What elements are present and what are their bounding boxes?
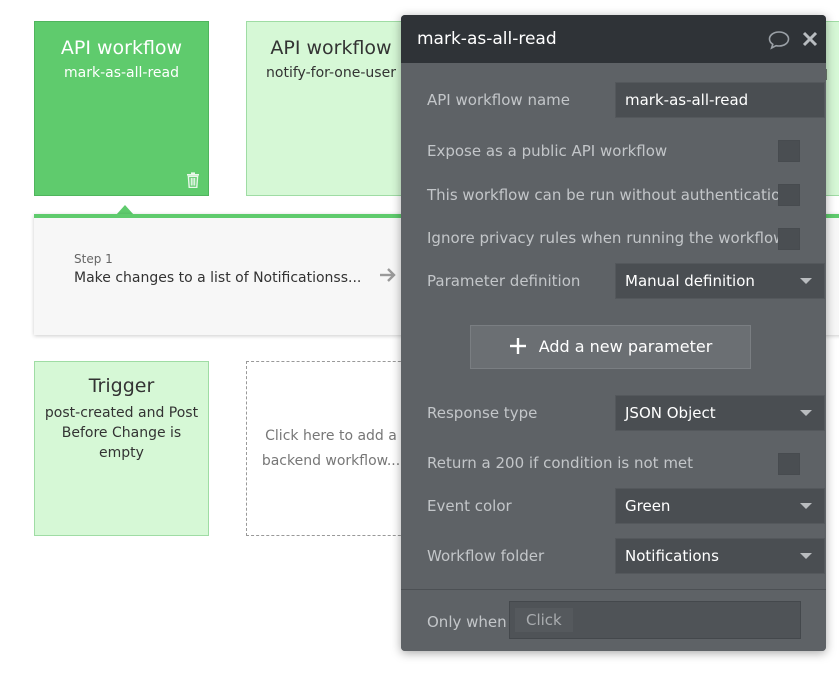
event-color-value: Green — [625, 497, 671, 515]
workflow-name-input[interactable]: mark-as-all-read — [615, 82, 825, 118]
event-card-notify-for-one-user[interactable]: API workflow notify-for-one-user — [246, 21, 416, 196]
response-type-select[interactable]: JSON Object — [615, 395, 825, 431]
workflow-folder-select[interactable]: Notifications — [615, 538, 825, 574]
add-parameter-button[interactable]: Add a new parameter — [470, 325, 751, 369]
no-authentication-checkbox[interactable] — [778, 184, 800, 206]
step-number-label[interactable]: Step 1 — [74, 252, 113, 266]
close-icon[interactable] — [801, 30, 819, 48]
event-card-title: API workflow — [60, 37, 183, 59]
event-color-select[interactable]: Green — [615, 488, 825, 524]
event-color-label: Event color — [427, 497, 512, 515]
workflow-folder-value: Notifications — [625, 547, 719, 565]
return-200-label: Return a 200 if condition is not met — [427, 454, 694, 472]
property-editor-panel: mark-as-all-read API workflow name mark-… — [401, 15, 826, 651]
response-type-value: JSON Object — [625, 404, 716, 422]
only-when-section: Only when Click — [401, 589, 826, 651]
add-backend-workflow-placeholder[interactable]: Click here to add a backend workflow... — [246, 361, 416, 536]
event-card-mark-as-all-read[interactable]: API workflow mark-as-all-read — [34, 21, 209, 196]
arrow-right-icon — [380, 268, 396, 282]
trash-icon[interactable] — [186, 172, 200, 188]
plus-icon — [509, 338, 526, 354]
no-authentication-label: This workflow can be run without authent… — [427, 186, 790, 204]
click-placeholder[interactable]: Click — [515, 608, 573, 632]
parameter-definition-label: Parameter definition — [427, 272, 581, 290]
chevron-down-icon — [800, 278, 812, 284]
event-card-trigger[interactable]: Trigger post-created and Post Before Cha… — [34, 361, 209, 536]
only-when-condition-input[interactable]: Click — [509, 601, 801, 639]
workflow-name-label: API workflow name — [427, 91, 570, 109]
event-card-subtitle: notify-for-one-user — [266, 65, 396, 81]
panel-header[interactable]: mark-as-all-read — [401, 15, 826, 63]
chevron-down-icon — [800, 410, 812, 416]
workflow-canvas: API workflow mark-as-all-read API workfl… — [0, 0, 839, 687]
add-parameter-label: Add a new parameter — [538, 337, 713, 356]
panel-title: mark-as-all-read — [417, 29, 557, 49]
ignore-privacy-checkbox[interactable] — [778, 228, 800, 250]
parameter-definition-select[interactable]: Manual definition — [615, 263, 825, 299]
workflow-folder-label: Workflow folder — [427, 547, 545, 565]
expose-public-checkbox[interactable] — [778, 140, 800, 162]
chevron-down-icon — [800, 553, 812, 559]
event-card-subtitle: post-created and Post Before Change is e… — [44, 405, 199, 461]
only-when-label: Only when — [427, 613, 507, 631]
event-card-title: API workflow — [270, 37, 392, 59]
step-title[interactable]: Make changes to a list of Notificationss… — [74, 270, 361, 286]
expose-public-label: Expose as a public API workflow — [427, 142, 668, 160]
add-workflow-text: Click here to add a backend workflow... — [261, 428, 401, 469]
parameter-definition-value: Manual definition — [625, 272, 755, 290]
chat-bubble-icon[interactable] — [768, 30, 790, 50]
event-card-title: Trigger — [88, 375, 155, 397]
chevron-down-icon — [800, 503, 812, 509]
return-200-checkbox[interactable] — [778, 453, 800, 475]
ignore-privacy-label: Ignore privacy rules when running the wo… — [427, 229, 786, 247]
event-card-subtitle: mark-as-all-read — [64, 65, 179, 81]
response-type-label: Response type — [427, 404, 538, 422]
